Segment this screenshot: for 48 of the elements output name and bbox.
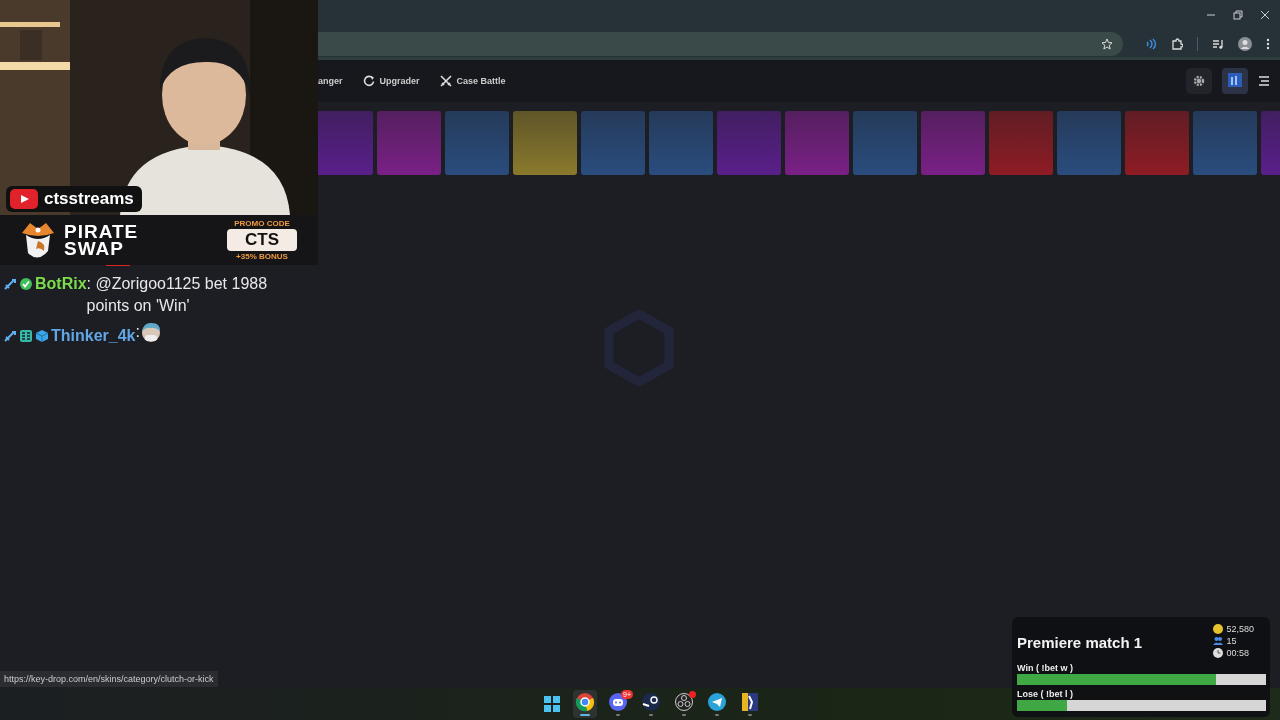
promo-label: PROMO CODE bbox=[234, 219, 290, 228]
users-icon bbox=[1213, 636, 1224, 646]
user-count: 15 bbox=[1226, 635, 1237, 647]
bonus-text: +35% BONUS bbox=[236, 252, 288, 261]
play-icon bbox=[10, 189, 38, 209]
outcome-label: Lose ( !bet l ) bbox=[1017, 689, 1074, 699]
paper-plane-icon bbox=[707, 692, 727, 712]
start-icon bbox=[542, 694, 562, 714]
avatar-icon[interactable] bbox=[1238, 36, 1252, 51]
close-icon[interactable] bbox=[1260, 10, 1270, 20]
nav-link[interactable]: anger bbox=[318, 76, 343, 86]
taskbar-app[interactable] bbox=[573, 690, 597, 718]
refresh-icon bbox=[362, 75, 375, 87]
steam-icon bbox=[641, 692, 661, 712]
crossed-swords-icon bbox=[439, 75, 452, 87]
menu-icon[interactable] bbox=[1258, 76, 1270, 86]
settings-icon bbox=[1193, 75, 1205, 87]
prediction-title: Premiere match 1 bbox=[1017, 634, 1143, 651]
game-icon bbox=[740, 692, 760, 712]
recorder-icon bbox=[674, 692, 694, 712]
timer: 00:58 bbox=[1226, 647, 1249, 659]
status-url: https://key-drop.com/en/skins/category/clutch-or-kick bbox=[0, 671, 218, 687]
chat-username: BotRix bbox=[35, 275, 87, 292]
browser-icon bbox=[575, 692, 595, 712]
promo-code: CTS bbox=[227, 229, 297, 251]
points-total: 52,580 bbox=[1226, 623, 1254, 635]
chat-text: : bbox=[135, 322, 140, 340]
outcome-label: Win ( !bet w ) bbox=[1017, 663, 1074, 673]
clock-icon bbox=[1213, 648, 1224, 658]
more-icon[interactable] bbox=[1266, 37, 1270, 50]
sound-wave-icon[interactable] bbox=[1145, 37, 1157, 50]
avatar-icon[interactable] bbox=[1222, 68, 1248, 94]
chat-username: Thinker_4k bbox=[51, 327, 136, 344]
nav-link[interactable]: Case Battle bbox=[439, 75, 506, 87]
puzzle-icon[interactable] bbox=[1171, 37, 1183, 50]
chat-text: : @Zorigoo1125 bet 1988 points on 'Win' bbox=[86, 274, 269, 316]
settings-button[interactable] bbox=[1186, 68, 1212, 94]
brand-text: PIRATE bbox=[64, 223, 139, 240]
nav-link[interactable]: Upgrader bbox=[362, 75, 420, 87]
media-icon[interactable] bbox=[1212, 37, 1224, 50]
star-icon[interactable] bbox=[1101, 37, 1113, 50]
taskbar-app[interactable] bbox=[705, 690, 729, 718]
coin-icon bbox=[1213, 624, 1224, 634]
channel-name: ctsstreams bbox=[44, 189, 134, 209]
brand-text: SWAP bbox=[64, 240, 125, 257]
taskbar-app[interactable] bbox=[639, 690, 663, 718]
taskbar-app[interactable] bbox=[672, 690, 696, 718]
restore-icon[interactable] bbox=[1233, 10, 1243, 20]
